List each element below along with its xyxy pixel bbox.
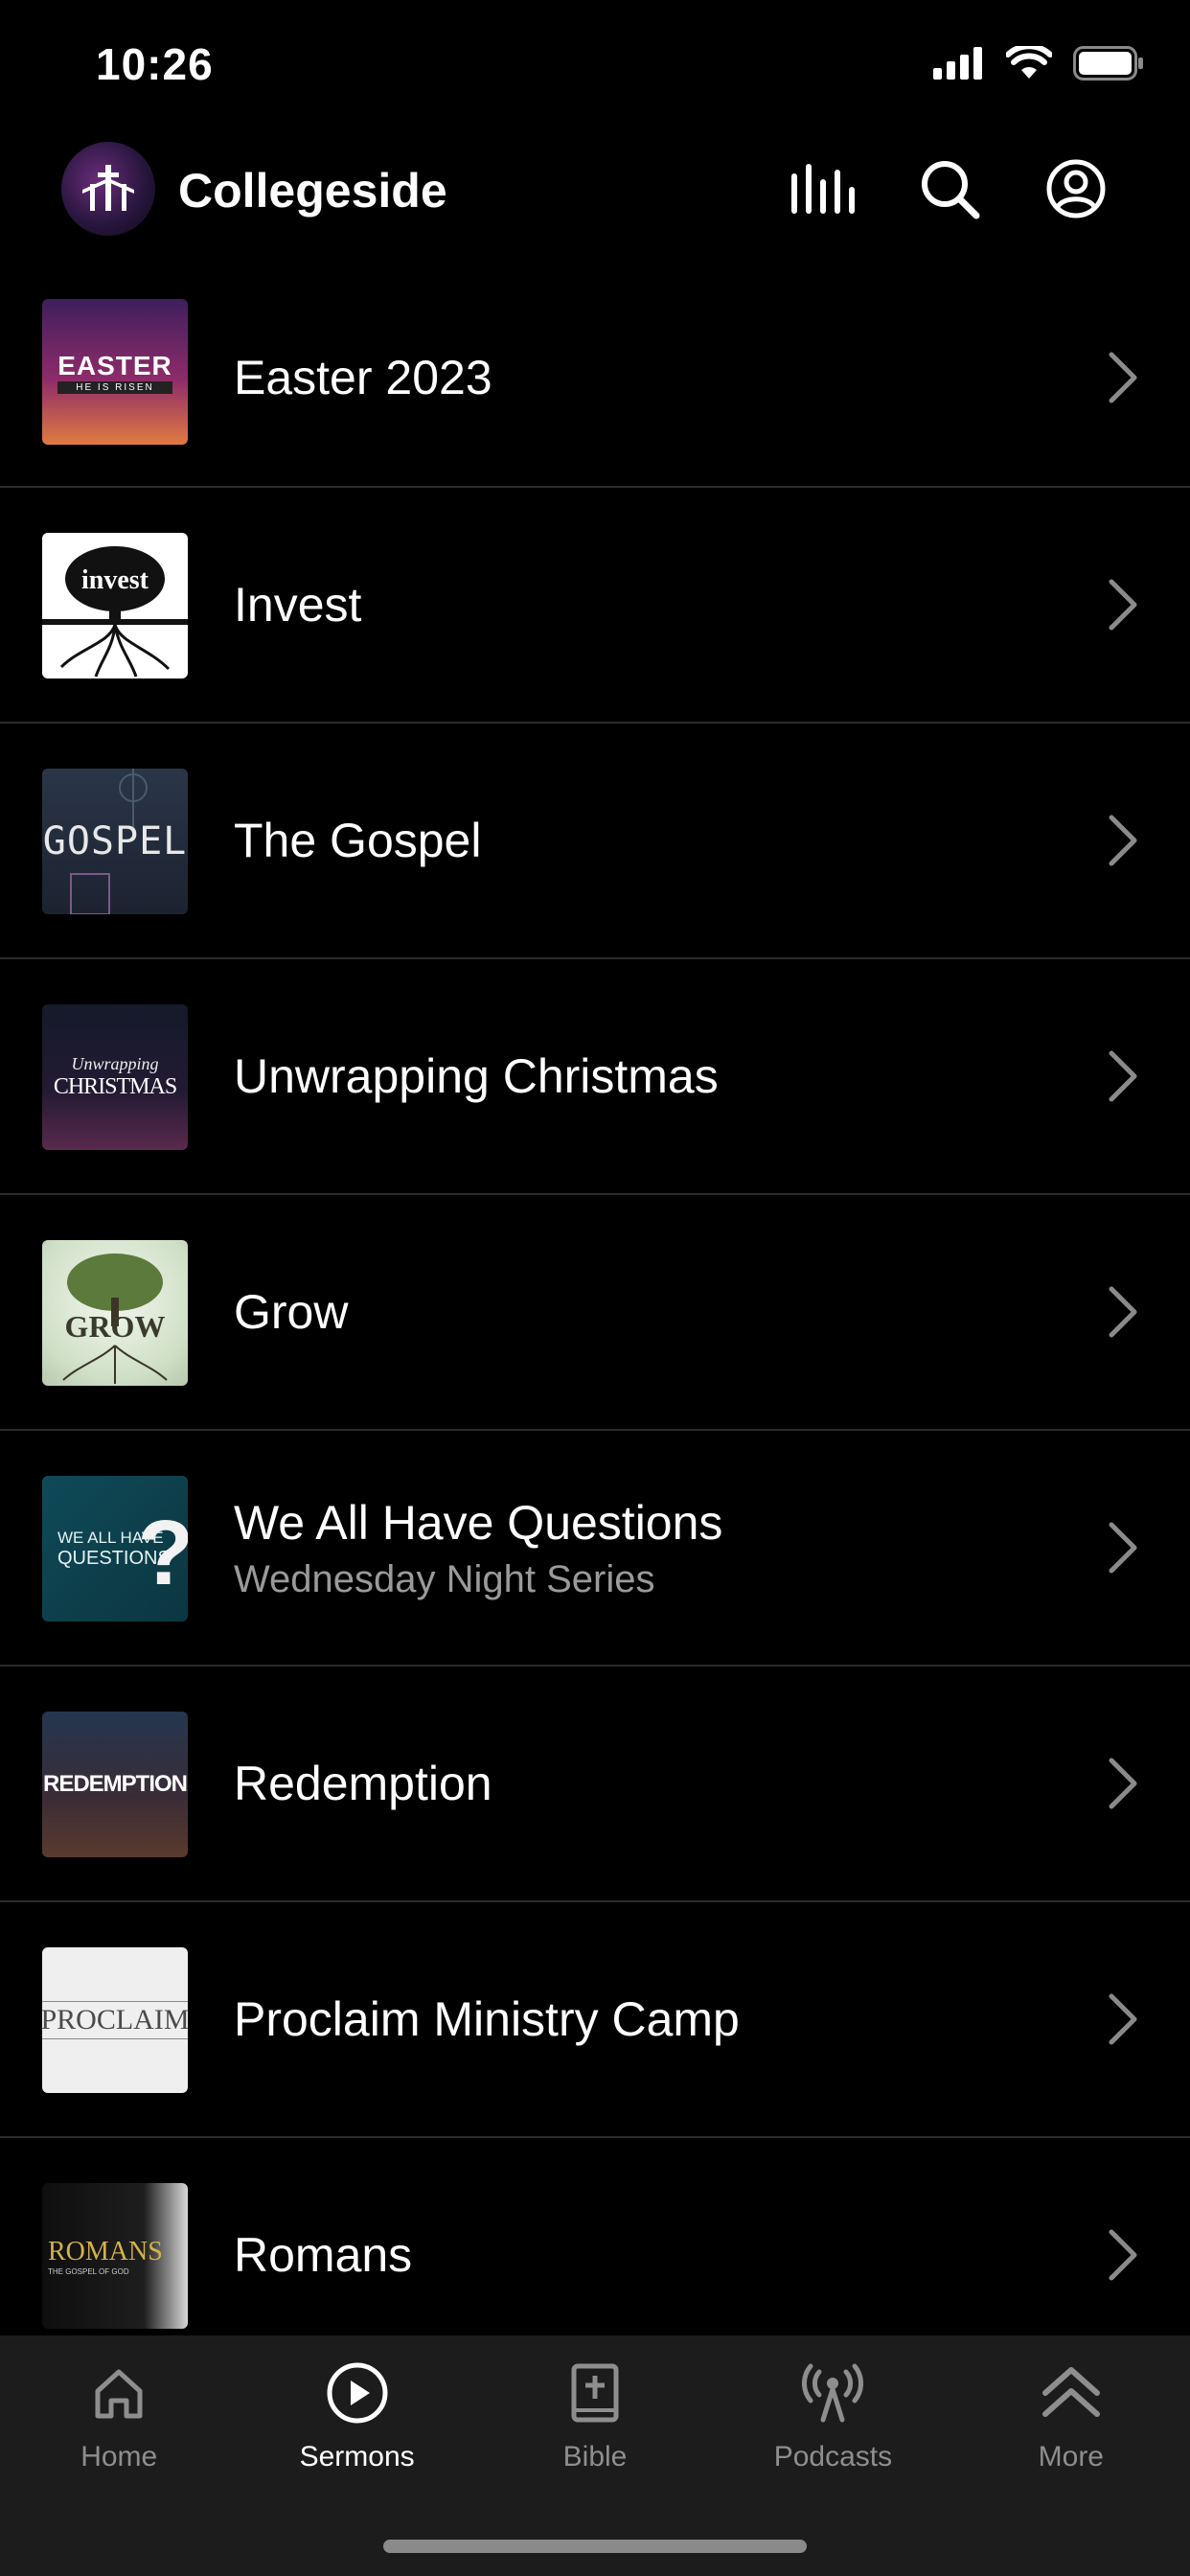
tab-home[interactable]: Home xyxy=(0,2335,238,2508)
series-title: Invest xyxy=(234,578,362,632)
now-playing-button[interactable] xyxy=(786,151,860,226)
chevron-right-icon xyxy=(1109,352,1137,402)
row-text: Proclaim Ministry Camp xyxy=(234,1902,1075,2136)
artwork-text: PROCLAIM xyxy=(42,2001,188,2039)
chevron-right-icon xyxy=(1109,1522,1137,1574)
audio-levels-icon xyxy=(791,164,855,214)
row-text: The Gospel xyxy=(234,724,1075,957)
chevron-right-icon xyxy=(1109,815,1137,866)
series-artwork: ROMANS THE GOSPEL OF GOD xyxy=(42,2183,188,2329)
status-icons xyxy=(933,46,1144,80)
tab-more[interactable]: More xyxy=(952,2335,1190,2508)
series-row-romans[interactable]: ROMANS THE GOSPEL OF GOD Romans xyxy=(0,2138,1190,2335)
artwork-subtext: CHRISTMAS xyxy=(53,1074,177,1099)
row-text: Invest xyxy=(234,488,1075,722)
series-title: Redemption xyxy=(234,1757,492,1810)
tab-bible[interactable]: Bible xyxy=(476,2335,714,2508)
chevron-right-icon xyxy=(1109,1758,1137,1809)
question-mark-icon: ? xyxy=(137,1501,188,1606)
row-text: Unwrapping Christmas xyxy=(234,959,1075,1193)
series-artwork: EASTER HE IS RISEN xyxy=(42,299,188,445)
tab-label: Sermons xyxy=(299,2441,415,2472)
row-text: We All Have Questions Wednesday Night Se… xyxy=(234,1431,1075,1665)
artwork-text: ROMANS xyxy=(48,2236,163,2266)
chevron-right-icon xyxy=(1109,1993,1137,2045)
app-header: Collegeside xyxy=(0,134,1190,249)
series-row-redemption[interactable]: REDEMPTION Redemption xyxy=(0,1667,1190,1902)
header-actions xyxy=(786,151,1113,226)
signal-icon xyxy=(933,47,982,80)
search-icon xyxy=(922,161,980,219)
series-title: Easter 2023 xyxy=(234,350,492,404)
status-bar: 10:26 xyxy=(0,0,1190,125)
tab-label: Home xyxy=(80,2441,158,2472)
series-row-proclaim-ministry-camp[interactable]: PROCLAIM Proclaim Ministry Camp xyxy=(0,1902,1190,2138)
tab-label: Bible xyxy=(562,2441,628,2472)
search-button[interactable] xyxy=(912,151,987,226)
artwork-text: GROW xyxy=(64,1308,166,1344)
row-text: Grow xyxy=(234,1195,1075,1429)
series-artwork: GOSPEL xyxy=(42,769,188,914)
series-row-grow[interactable]: GROW Grow xyxy=(0,1195,1190,1431)
series-title: Proclaim Ministry Camp xyxy=(234,1992,740,2046)
artwork-subtext: THE GOSPEL OF GOD xyxy=(48,2266,129,2276)
home-icon xyxy=(82,2357,155,2429)
wifi-icon xyxy=(1006,46,1052,79)
artwork-text: REDEMPTION xyxy=(42,1771,188,1797)
series-title: The Gospel xyxy=(234,814,482,867)
series-subtitle: Wednesday Night Series xyxy=(234,1557,655,1600)
tab-podcasts[interactable]: Podcasts xyxy=(714,2335,951,2508)
home-indicator[interactable] xyxy=(383,2540,807,2553)
artwork-text: invest xyxy=(81,565,149,595)
series-row-the-gospel[interactable]: GOSPEL The Gospel xyxy=(0,724,1190,959)
chevron-right-icon xyxy=(1109,2229,1137,2281)
status-time: 10:26 xyxy=(96,39,214,89)
artwork-text: GOSPEL xyxy=(42,819,188,863)
series-title: Grow xyxy=(234,1285,349,1339)
chevron-right-icon xyxy=(1109,1050,1137,1102)
series-list: EASTER HE IS RISEN Easter 2023 invest In… xyxy=(0,268,1190,2335)
tab-bar: Home Sermons Bible Podcasts More xyxy=(0,2335,1190,2576)
artwork-text: EASTER xyxy=(57,350,172,380)
battery-icon xyxy=(1073,46,1143,80)
tab-label: More xyxy=(1038,2441,1104,2472)
row-text: Easter 2023 xyxy=(234,268,1075,486)
series-artwork: invest xyxy=(42,533,188,678)
artwork-subtext: HE IS RISEN xyxy=(57,380,172,394)
series-artwork: REDEMPTION xyxy=(42,1712,188,1857)
church-logo-icon[interactable] xyxy=(61,142,155,236)
series-row-we-all-have-questions[interactable]: WE ALL HAVE QUESTIONS ? We All Have Ques… xyxy=(0,1431,1190,1667)
row-text: Romans xyxy=(234,2138,1075,2335)
artwork-text: Unwrapping xyxy=(71,1054,159,1073)
series-row-easter-2023[interactable]: EASTER HE IS RISEN Easter 2023 xyxy=(0,268,1190,488)
tab-sermons[interactable]: Sermons xyxy=(238,2335,475,2508)
series-title: We All Have Questions xyxy=(234,1495,723,1550)
user-circle-icon xyxy=(1046,159,1106,218)
app-title: Collegeside xyxy=(178,164,447,218)
bible-icon xyxy=(559,2357,631,2429)
podcast-icon xyxy=(796,2357,869,2429)
series-artwork: PROCLAIM xyxy=(42,1947,188,2093)
chevron-up-icon xyxy=(1035,2357,1108,2429)
series-row-unwrapping-christmas[interactable]: Unwrapping CHRISTMAS Unwrapping Christma… xyxy=(0,959,1190,1195)
chevron-right-icon xyxy=(1109,579,1137,631)
series-title: Romans xyxy=(234,2228,413,2282)
tab-label: Podcasts xyxy=(773,2441,893,2472)
series-artwork: GROW xyxy=(42,1240,188,1386)
row-text: Redemption xyxy=(234,1667,1075,1900)
series-artwork: Unwrapping CHRISTMAS xyxy=(42,1004,188,1150)
account-button[interactable] xyxy=(1039,151,1113,226)
chevron-right-icon xyxy=(1109,1286,1137,1338)
play-circle-icon xyxy=(321,2357,394,2429)
series-title: Unwrapping Christmas xyxy=(234,1049,719,1103)
series-row-invest[interactable]: invest Invest xyxy=(0,488,1190,724)
series-artwork: WE ALL HAVE QUESTIONS ? xyxy=(42,1476,188,1622)
